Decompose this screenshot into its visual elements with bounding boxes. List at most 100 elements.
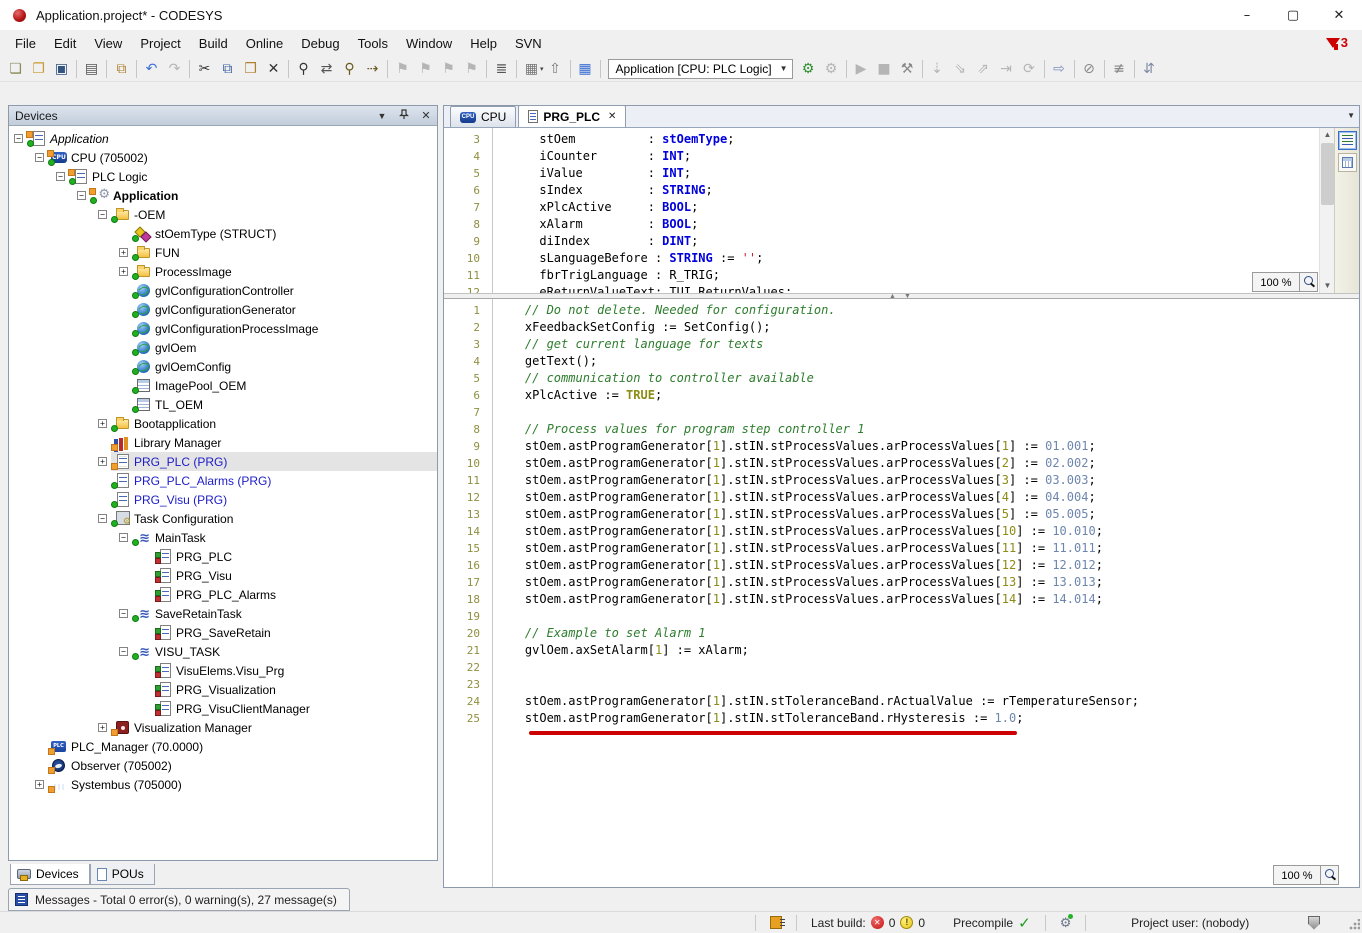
collapse-icon[interactable]: − xyxy=(56,172,65,181)
menu-online[interactable]: Online xyxy=(237,32,293,55)
code-line-5[interactable]: 5 iValue : INT; xyxy=(444,165,1333,182)
tree-item-gvloemconfig[interactable]: −gvlOemConfig xyxy=(9,357,437,376)
tree-item-gvlconfigurationgenerator[interactable]: −gvlConfigurationGenerator xyxy=(9,300,437,319)
tab-devices[interactable]: Devices xyxy=(10,864,90,885)
toggle-bookmark-icon[interactable]: ⚑ xyxy=(391,58,414,80)
code-line-4[interactable]: 4 iCounter : INT; xyxy=(444,148,1333,165)
scroll-thumb[interactable] xyxy=(1321,143,1334,205)
expand-icon[interactable]: + xyxy=(98,419,107,428)
tree-item-plc-manager-70-0000-[interactable]: −PLCPLC_Manager (70.0000) xyxy=(9,737,437,756)
tree-item-visuelems-visu-prg[interactable]: −VisuElems.Visu_Prg xyxy=(9,661,437,680)
step-out-icon[interactable]: ⇗ xyxy=(972,58,995,80)
expand-icon[interactable]: + xyxy=(35,780,44,789)
tree-item-prg-plc-alarms-prg-[interactable]: −PRG_PLC_Alarms (PRG) xyxy=(9,471,437,490)
tree-item-maintask[interactable]: −≋MainTask xyxy=(9,528,437,547)
expand-icon[interactable]: + xyxy=(98,457,107,466)
tree-item--oem[interactable]: −-OEM xyxy=(9,205,437,224)
code-line-11[interactable]: 11 fbrTrigLanguage : R_TRIG; xyxy=(444,267,1333,284)
tree-item-saveretaintask[interactable]: −≋SaveRetainTask xyxy=(9,604,437,623)
paste-icon[interactable]: ❒ xyxy=(239,58,262,80)
code-line-8[interactable]: 8 // Process values for program step con… xyxy=(444,421,1359,438)
implementation-editor[interactable]: 1 // Do not delete. Needed for configura… xyxy=(444,299,1359,887)
find-in-project-icon[interactable]: ⚲ xyxy=(338,58,361,80)
start-icon[interactable]: ▶ xyxy=(850,58,873,80)
tree-item-task-configuration[interactable]: −Task Configuration xyxy=(9,509,437,528)
clear-bookmarks-icon[interactable]: ⚑ xyxy=(460,58,483,80)
run-to-cursor-icon[interactable]: ⇥ xyxy=(995,58,1018,80)
collapse-icon[interactable]: − xyxy=(98,210,107,219)
code-line-12[interactable]: 12 stOem.astProgramGenerator[1].stIN.stP… xyxy=(444,489,1359,506)
step-into-icon[interactable]: ⇘ xyxy=(949,58,972,80)
minimize-button[interactable]: – xyxy=(1224,0,1270,30)
single-cycle-icon[interactable]: ⟳ xyxy=(1018,58,1041,80)
collapse-icon[interactable]: − xyxy=(119,647,128,656)
menu-window[interactable]: Window xyxy=(397,32,461,55)
editor-tab-prg_plc[interactable]: PRG_PLC✕ xyxy=(518,105,626,127)
save-project-icon[interactable]: ▣ xyxy=(50,58,73,80)
menu-file[interactable]: File xyxy=(6,32,45,55)
tree-item-application[interactable]: −Application xyxy=(9,129,437,148)
menu-debug[interactable]: Debug xyxy=(292,32,348,55)
cut-icon[interactable]: ✂ xyxy=(193,58,216,80)
stop-icon[interactable]: ■ xyxy=(873,58,896,80)
code-line-18[interactable]: 18 stOem.astProgramGenerator[1].stIN.stP… xyxy=(444,591,1359,608)
code-line-24[interactable]: 24 stOem.astProgramGenerator[1].stIN.stT… xyxy=(444,693,1359,710)
tree-item-gvloem[interactable]: −gvlOem xyxy=(9,338,437,357)
code-line-9[interactable]: 9 diIndex : DINT; xyxy=(444,233,1333,250)
collapse-icon[interactable]: − xyxy=(14,134,23,143)
code-line-22[interactable]: 22 xyxy=(444,659,1359,676)
tree-item-library-manager[interactable]: −Library Manager xyxy=(9,433,437,452)
new-project-icon[interactable]: ❏ xyxy=(4,58,27,80)
code-line-9[interactable]: 9 stOem.astProgramGenerator[1].stIN.stPr… xyxy=(444,438,1359,455)
code-line-3[interactable]: 3 // get current language for texts xyxy=(444,336,1359,353)
panel-menu-icon[interactable]: ▼ xyxy=(375,111,389,121)
code-line-7[interactable]: 7 xyxy=(444,404,1359,421)
tree-item-visu-task[interactable]: −≋VISU_TASK xyxy=(9,642,437,661)
code-line-2[interactable]: 2 xFeedbackSetConfig := SetConfig(); xyxy=(444,319,1359,336)
expand-icon[interactable]: + xyxy=(98,723,107,732)
menu-svn[interactable]: SVN xyxy=(506,32,551,55)
tree-item-gvlconfigurationcontroller[interactable]: −gvlConfigurationController xyxy=(9,281,437,300)
textual-view-button[interactable] xyxy=(1338,131,1357,150)
expand-icon[interactable]: + xyxy=(119,267,128,276)
magnifier-icon[interactable] xyxy=(1321,865,1339,885)
collapse-icon[interactable]: − xyxy=(35,153,44,162)
tab-overflow-icon[interactable]: ▼ xyxy=(1347,111,1355,120)
copy-icon[interactable]: ⧉ xyxy=(216,58,239,80)
messages-tab[interactable]: Messages - Total 0 error(s), 0 warning(s… xyxy=(8,888,350,911)
code-line-15[interactable]: 15 stOem.astProgramGenerator[1].stIN.stP… xyxy=(444,540,1359,557)
scroll-up-icon[interactable]: ▲ xyxy=(1320,128,1335,142)
code-line-21[interactable]: 21 gvlOem.axSetAlarm[1] := xAlarm; xyxy=(444,642,1359,659)
logout-icon[interactable]: ⚙ xyxy=(820,58,843,80)
code-line-19[interactable]: 19 xyxy=(444,608,1359,625)
code-line-10[interactable]: 10 stOem.astProgramGenerator[1].stIN.stP… xyxy=(444,455,1359,472)
expand-icon[interactable]: + xyxy=(119,248,128,257)
panel-close-icon[interactable]: ✕ xyxy=(419,109,433,122)
breakpoints-icon[interactable]: ⊘ xyxy=(1078,58,1101,80)
declaration-scrollbar[interactable]: ▲ ▼ xyxy=(1319,128,1334,293)
close-button[interactable]: ✕ xyxy=(1316,0,1362,30)
code-line-6[interactable]: 6 sIndex : STRING; xyxy=(444,182,1333,199)
maximize-button[interactable]: ▢ xyxy=(1270,0,1316,30)
code-line-14[interactable]: 14 stOem.astProgramGenerator[1].stIN.stP… xyxy=(444,523,1359,540)
tree-item-stoemtype-struct-[interactable]: −stOemType (STRUCT) xyxy=(9,224,437,243)
code-line-16[interactable]: 16 stOem.astProgramGenerator[1].stIN.stP… xyxy=(444,557,1359,574)
display-mode-icon[interactable]: ≢ xyxy=(1108,58,1131,80)
delete-icon[interactable]: ✕ xyxy=(262,58,285,80)
undo-icon[interactable]: ↶ xyxy=(140,58,163,80)
code-line-11[interactable]: 11 stOem.astProgramGenerator[1].stIN.stP… xyxy=(444,472,1359,489)
code-line-12[interactable]: 12 eReturnValueText: TUI.ReturnValues; xyxy=(444,284,1333,293)
tree-item-prg-visu-prg-[interactable]: −PRG_Visu (PRG) xyxy=(9,490,437,509)
menu-help[interactable]: Help xyxy=(461,32,506,55)
close-tab-icon[interactable]: ✕ xyxy=(608,111,616,122)
editor-tab-cpu[interactable]: CPUCPU xyxy=(450,106,516,127)
tree-item-plc-logic[interactable]: −PLC Logic xyxy=(9,167,437,186)
menu-tools[interactable]: Tools xyxy=(349,32,397,55)
code-line-4[interactable]: 4 getText(); xyxy=(444,353,1359,370)
collapse-icon[interactable]: − xyxy=(119,533,128,542)
login-icon[interactable]: ⚙ xyxy=(797,58,820,80)
copy-objects-icon[interactable]: ⧉ xyxy=(110,58,133,80)
code-line-17[interactable]: 17 stOem.astProgramGenerator[1].stIN.stP… xyxy=(444,574,1359,591)
replace-in-project-icon[interactable]: ⇢ xyxy=(361,58,384,80)
code-line-5[interactable]: 5 // communication to controller availab… xyxy=(444,370,1359,387)
